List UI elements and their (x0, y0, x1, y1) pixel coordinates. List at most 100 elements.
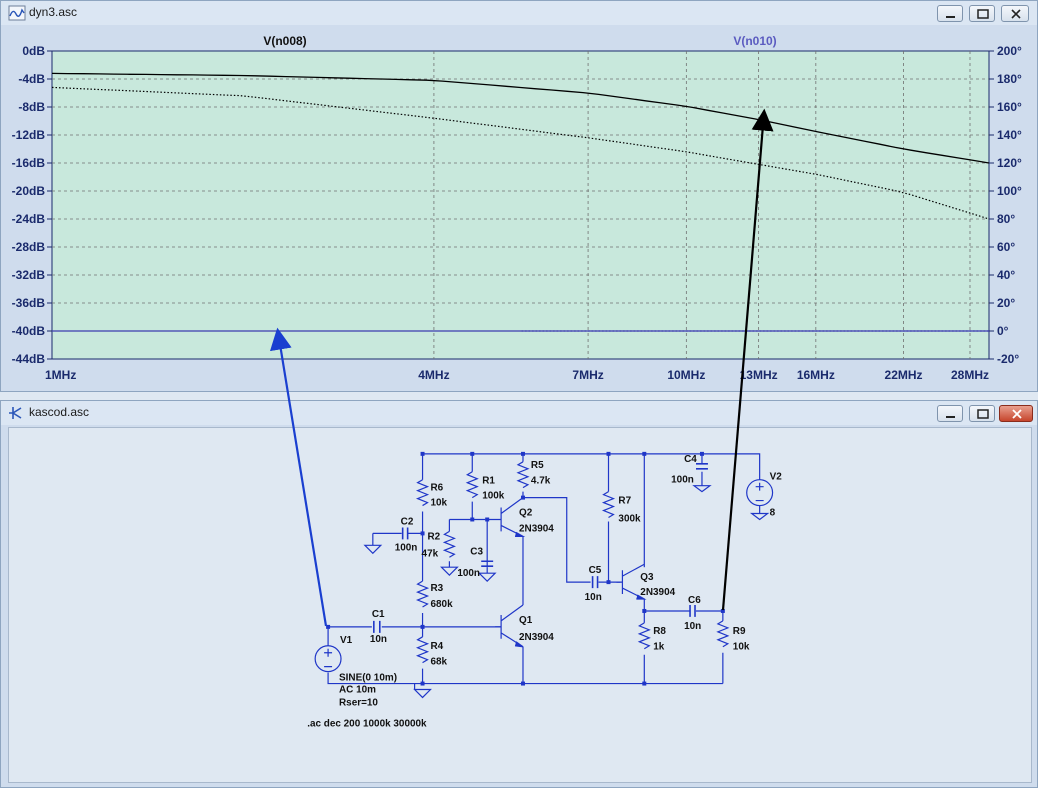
right-tick-label: 100° (997, 184, 1022, 198)
label-q3: Q3 (640, 572, 654, 583)
component-labels: R6 10k R1 100k R5 4.7k C2 100n R2 47k C3… (307, 454, 782, 730)
label-c2-value: 100n (395, 542, 418, 553)
label-q2-model: 2N3904 (519, 523, 554, 534)
left-tick-label: -24dB (12, 212, 46, 226)
wires (327, 453, 761, 685)
minimize-button[interactable] (937, 5, 963, 22)
resistors (415, 461, 730, 664)
label-c6: C6 (688, 595, 701, 606)
resistor-r8 (637, 622, 651, 650)
label-r8-value: 1k (653, 642, 665, 653)
label-v2-value: 8 (770, 508, 776, 519)
resistor-r4 (415, 636, 430, 664)
minimize-icon (946, 16, 955, 18)
transistor-q2 (485, 497, 526, 537)
capacitor-c6 (689, 605, 696, 617)
close-icon (1012, 409, 1022, 419)
right-tick-label: 60° (997, 240, 1015, 254)
x-tick-label: 7MHz (572, 368, 603, 382)
capacitor-c2 (401, 527, 409, 540)
plot-window-titlebar[interactable]: dyn3.asc (1, 1, 1037, 25)
capacitor-c1 (373, 620, 381, 633)
ground-icon (477, 567, 497, 582)
label-r7-value: 300k (618, 513, 641, 524)
schematic-canvas[interactable]: R6 10k R1 100k R5 4.7k C2 100n R2 47k C3… (8, 427, 1032, 783)
label-r3: R3 (431, 583, 444, 594)
right-tick-label: -20° (997, 352, 1019, 366)
label-c3: C3 (470, 546, 483, 557)
label-r6: R6 (431, 483, 444, 494)
label-c4: C4 (684, 454, 697, 465)
schematic-window-title: kascod.asc (29, 405, 90, 419)
waveform-plot[interactable]: 0dB -4dB -8dB -12dB -16dB -20dB -24dB -28dB -32d… (8, 31, 1032, 387)
label-r4: R4 (431, 641, 444, 652)
voltage-source-v1 (314, 645, 342, 673)
resistor-r2 (442, 530, 456, 558)
x-tick-label: 22MHz (885, 368, 923, 382)
label-q1: Q1 (519, 615, 533, 626)
restore-icon (977, 409, 989, 419)
plot-area[interactable] (51, 50, 990, 360)
label-v1-line2: AC 10m (339, 685, 376, 696)
left-tick-label: -8dB (18, 100, 45, 114)
schematic-window: kascod.asc R6 10k R1 100k R5 4.7k C2 100… (0, 400, 1038, 788)
label-c5: C5 (589, 565, 602, 576)
x-tick-label: 1MHz (45, 368, 76, 382)
waveform-icon (8, 5, 26, 21)
label-c3-value: 100n (457, 568, 480, 579)
left-tick-label: -28dB (12, 240, 46, 254)
label-v1-line1: SINE(0 10m) (339, 673, 397, 684)
right-tick-label: 160° (997, 100, 1022, 114)
right-tick-label: 140° (997, 128, 1022, 142)
restore-button[interactable] (969, 5, 995, 22)
label-r9: R9 (733, 626, 746, 637)
resistor-r1 (465, 471, 479, 499)
left-tick-label: -44dB (12, 352, 46, 366)
plot-window: dyn3.asc 0dB -4dB -8dB -12dB -16dB -20dB -24dB… (0, 0, 1038, 392)
trace-label-vn010[interactable]: V(n010) (733, 34, 776, 48)
label-v1: V1 (340, 635, 353, 646)
label-c4-value: 100n (671, 475, 694, 486)
label-r7: R7 (618, 496, 631, 507)
junctions (326, 451, 725, 686)
restore-icon (977, 9, 989, 19)
capacitor-c5 (591, 576, 599, 589)
x-tick-label: 4MHz (418, 368, 449, 382)
left-tick-label: -12dB (12, 128, 46, 142)
trace-label-vn008[interactable]: V(n008) (263, 34, 306, 48)
minimize-button-schematic[interactable] (937, 405, 963, 422)
resistor-r3 (415, 580, 430, 608)
ground-icon (692, 485, 712, 493)
spice-directive: .ac dec 200 1000k 30000k (307, 718, 427, 729)
left-tick-label: -36dB (12, 296, 46, 310)
transistor-icon (9, 407, 22, 419)
close-icon (1011, 9, 1021, 19)
label-r6-value: 10k (431, 498, 448, 509)
label-c6-value: 10n (684, 621, 701, 632)
restore-button-schematic[interactable] (969, 405, 995, 422)
label-r1: R1 (482, 476, 495, 487)
left-tick-label: -16dB (12, 156, 46, 170)
ground-icon (413, 683, 432, 699)
right-tick-label: 120° (997, 156, 1022, 170)
resistor-r6 (415, 479, 430, 507)
resistor-r5 (516, 461, 530, 489)
label-q2: Q2 (519, 508, 533, 519)
ground-icon (440, 566, 459, 577)
label-r4-value: 68k (431, 657, 448, 668)
schematic-window-titlebar[interactable]: kascod.asc (1, 401, 1037, 425)
label-v2: V2 (770, 472, 783, 483)
left-tick-label: -4dB (18, 72, 45, 86)
close-button[interactable] (1001, 5, 1029, 22)
resistor-r9 (716, 620, 730, 648)
right-tick-label: 180° (997, 72, 1022, 86)
ground-icon (363, 544, 383, 555)
close-button-schematic[interactable] (999, 405, 1033, 422)
right-tick-label: 20° (997, 296, 1015, 310)
x-tick-label: 10MHz (667, 368, 705, 382)
x-tick-label: 16MHz (797, 368, 835, 382)
label-r5: R5 (531, 460, 544, 471)
minimize-icon (946, 416, 955, 418)
label-v1-line3: Rser=10 (339, 697, 378, 708)
label-q1-model: 2N3904 (519, 632, 554, 643)
